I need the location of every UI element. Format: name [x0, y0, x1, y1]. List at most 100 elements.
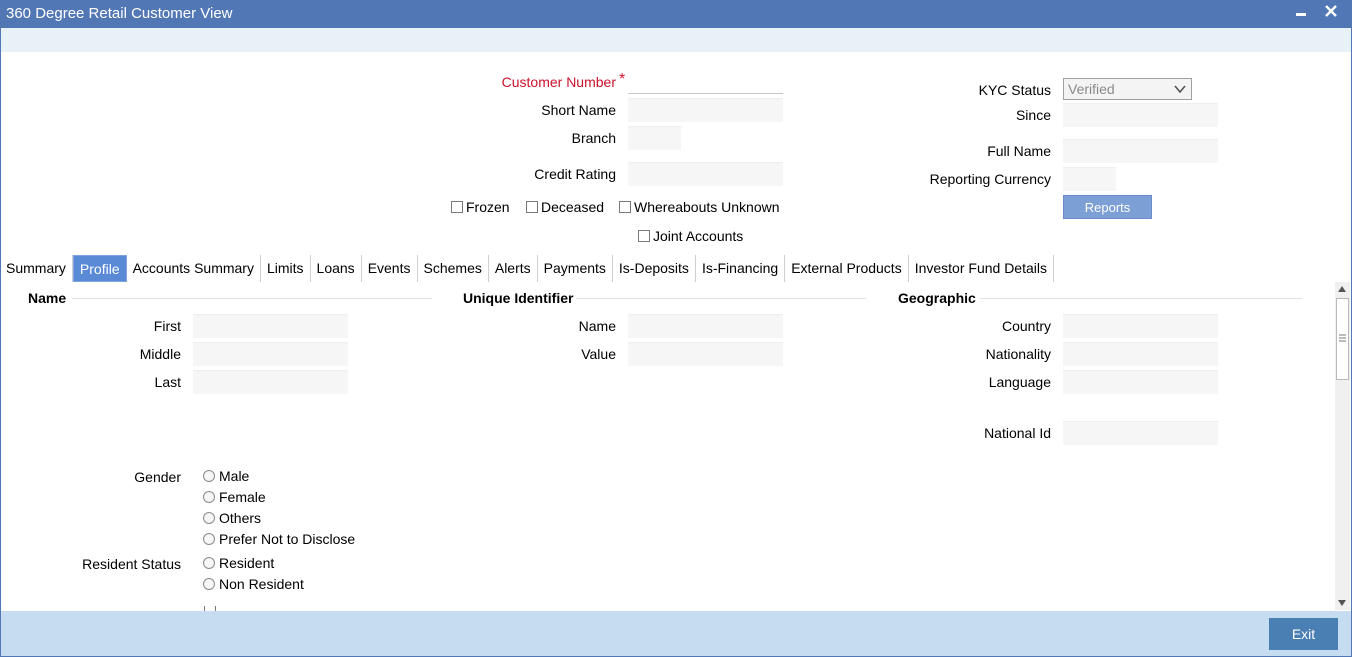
section-divider — [576, 298, 866, 299]
gender-radio-male[interactable]: Male — [203, 468, 249, 484]
chevron-down-icon — [1173, 82, 1187, 96]
customer-number-input[interactable] — [628, 70, 783, 94]
resident-radio-non-resident[interactable]: Non Resident — [203, 576, 304, 592]
radio-button[interactable] — [203, 578, 215, 590]
joint-accounts-checkbox[interactable]: Joint Accounts — [638, 228, 743, 244]
tab-schemes[interactable]: Schemes — [418, 255, 489, 282]
language-field[interactable] — [1063, 370, 1218, 394]
short-name-field[interactable] — [628, 98, 783, 122]
scroll-down-icon[interactable] — [1338, 600, 1346, 606]
radio-button[interactable] — [203, 533, 215, 545]
branch-label: Branch — [571, 130, 616, 146]
tab-limits[interactable]: Limits — [261, 255, 311, 282]
tab-is-deposits[interactable]: Is-Deposits — [613, 255, 696, 282]
scroll-thumb[interactable] — [1336, 298, 1349, 380]
reports-button[interactable]: Reports — [1063, 195, 1152, 219]
tab-investor-fund-details[interactable]: Investor Fund Details — [909, 255, 1054, 282]
full-name-field[interactable] — [1063, 139, 1218, 163]
checkbox-box[interactable] — [451, 201, 463, 213]
middle-name-field[interactable] — [193, 342, 348, 366]
language-label: Language — [988, 374, 1051, 390]
checkbox-box[interactable] — [619, 201, 631, 213]
gender-label: Gender — [134, 469, 181, 485]
branch-field[interactable] — [628, 126, 681, 150]
required-marker: * — [619, 71, 626, 88]
resident-radio-resident[interactable]: Resident — [203, 555, 274, 571]
gender-radio-prefer-not[interactable]: Prefer Not to Disclose — [203, 531, 355, 547]
window-titlebar: 360 Degree Retail Customer View — [0, 0, 1352, 28]
credit-rating-field[interactable] — [628, 162, 783, 186]
scroll-up-icon[interactable] — [1338, 286, 1346, 292]
gender-radio-female[interactable]: Female — [203, 489, 266, 505]
national-id-label: National Id — [984, 425, 1051, 441]
tab-accounts-summary[interactable]: Accounts Summary — [127, 255, 261, 282]
resident-status-label: Resident Status — [82, 556, 181, 572]
credit-rating-label: Credit Rating — [534, 166, 616, 182]
radio-button[interactable] — [203, 470, 215, 482]
tab-events[interactable]: Events — [362, 255, 418, 282]
geographic-section-title: Geographic — [898, 290, 976, 306]
tab-summary[interactable]: Summary — [0, 255, 73, 282]
radio-label: Female — [219, 489, 266, 505]
footer-bar: Exit — [1, 611, 1351, 656]
toolbar-strip — [1, 28, 1351, 52]
tab-is-financing[interactable]: Is-Financing — [696, 255, 786, 282]
whereabouts-label: Whereabouts Unknown — [634, 199, 780, 215]
kyc-status-label: KYC Status — [978, 82, 1051, 98]
frozen-label: Frozen — [466, 199, 510, 215]
national-id-field[interactable] — [1063, 421, 1218, 445]
kyc-status-select[interactable]: Verified — [1063, 78, 1192, 100]
tab-payments[interactable]: Payments — [538, 255, 613, 282]
tab-bar: Summary Profile Accounts Summary Limits … — [0, 255, 1054, 282]
customer-number-label: Customer Number — [501, 74, 616, 90]
radio-label: Others — [219, 510, 262, 526]
radio-button[interactable] — [203, 512, 215, 524]
last-name-label: Last — [154, 374, 181, 390]
last-name-field[interactable] — [193, 370, 348, 394]
reporting-currency-label: Reporting Currency — [929, 171, 1051, 187]
country-field[interactable] — [1063, 314, 1218, 338]
first-name-label: First — [153, 318, 181, 334]
since-field[interactable] — [1063, 103, 1218, 127]
close-icon[interactable] — [1320, 1, 1342, 23]
deceased-label: Deceased — [541, 199, 605, 215]
joint-accounts-label: Joint Accounts — [653, 228, 744, 244]
since-label: Since — [1015, 107, 1051, 123]
uid-value-field[interactable] — [628, 342, 783, 366]
nationality-field[interactable] — [1063, 342, 1218, 366]
short-name-label: Short Name — [541, 102, 616, 118]
radio-label: Prefer Not to Disclose — [219, 531, 356, 547]
nationality-label: Nationality — [985, 346, 1051, 362]
whereabouts-unknown-checkbox[interactable]: Whereabouts Unknown — [619, 199, 780, 215]
radio-label: Non Resident — [219, 576, 304, 592]
frozen-checkbox[interactable]: Frozen — [451, 199, 510, 215]
tab-external-products[interactable]: External Products — [785, 255, 909, 282]
radio-label: Resident — [219, 555, 275, 571]
radio-button[interactable] — [203, 491, 215, 503]
middle-name-label: Middle — [139, 346, 181, 362]
kyc-status-value: Verified — [1068, 81, 1115, 97]
first-name-field[interactable] — [193, 314, 348, 338]
name-section-title: Name — [28, 290, 67, 306]
checkbox-box[interactable] — [638, 230, 650, 242]
full-name-label: Full Name — [987, 143, 1051, 159]
window-title: 360 Degree Retail Customer View — [6, 5, 233, 22]
uid-name-label: Name — [578, 318, 616, 334]
radio-label: Male — [219, 468, 250, 484]
vertical-scrollbar[interactable] — [1335, 282, 1350, 610]
gender-radio-others[interactable]: Others — [203, 510, 261, 526]
tab-alerts[interactable]: Alerts — [489, 255, 538, 282]
country-label: Country — [1001, 318, 1051, 334]
checkbox-box[interactable] — [526, 201, 538, 213]
tab-loans[interactable]: Loans — [311, 255, 362, 282]
uid-value-label: Value — [581, 346, 616, 362]
section-divider — [980, 298, 1302, 299]
uid-name-field[interactable] — [628, 314, 783, 338]
minimize-icon[interactable] — [1290, 1, 1312, 23]
exit-button[interactable]: Exit — [1269, 618, 1338, 650]
radio-button[interactable] — [203, 557, 215, 569]
reporting-currency-field[interactable] — [1063, 167, 1116, 191]
section-divider — [72, 298, 432, 299]
tab-profile[interactable]: Profile — [72, 255, 127, 282]
deceased-checkbox[interactable]: Deceased — [526, 199, 604, 215]
